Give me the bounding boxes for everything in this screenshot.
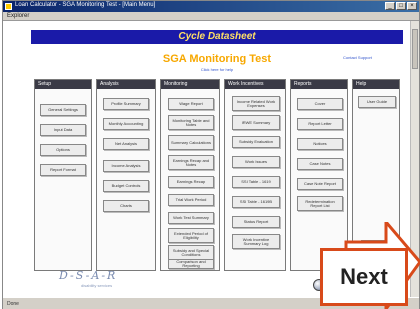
column-heading: Work Incentives <box>225 80 285 89</box>
menu-button[interactable]: Charts <box>103 200 149 212</box>
maximize-icon[interactable]: □ <box>396 2 406 10</box>
menu-button[interactable]: Status Report <box>232 216 280 228</box>
menu-button[interactable]: Earnings Recap <box>168 176 214 188</box>
column-setup: Setup General Settings Input Data Option… <box>34 79 92 271</box>
window-controls: _ □ × <box>385 2 417 10</box>
menu-button[interactable]: Subsidy and Special Conditions <box>168 245 214 260</box>
menu-bar: Explorer <box>3 12 419 21</box>
column-heading: Reports <box>291 80 347 89</box>
column-monitoring: Monitoring Wage Report Monitoring Table … <box>160 79 220 271</box>
column-heading: Help <box>353 80 399 89</box>
menu-button[interactable]: Trial Work Period <box>168 194 214 206</box>
org-logo: D-S-A-R <box>59 269 118 282</box>
close-icon[interactable]: × <box>407 2 417 10</box>
menu-button[interactable]: General Settings <box>40 104 86 116</box>
menu-explorer[interactable]: Explorer <box>7 13 29 19</box>
support-link[interactable]: Contact Support <box>343 55 372 60</box>
menu-button[interactable]: Report Format <box>40 164 86 176</box>
next-callout[interactable]: Next <box>316 222 420 309</box>
help-link[interactable]: Click here for help <box>31 67 403 72</box>
menu-button[interactable]: Monitoring Table and Notes <box>168 115 214 130</box>
menu-button[interactable]: Case Notes <box>297 158 343 170</box>
menu-button[interactable]: Wage Report <box>168 98 214 110</box>
column-analysis: Analysis Profile Summary Monthly Account… <box>96 79 156 271</box>
menu-button[interactable]: Monthly Accounting <box>103 118 149 130</box>
page-header: Cycle Datasheet <box>31 30 403 44</box>
menu-button[interactable]: Profile Summary <box>103 98 149 110</box>
menu-button[interactable]: User Guide <box>358 96 396 108</box>
menu-button[interactable]: Redetermination Report List <box>297 196 343 211</box>
column-heading: Setup <box>35 80 91 89</box>
menu-button[interactable]: Budget Controls <box>103 180 149 192</box>
menu-button[interactable]: Income Related Work Expenses <box>232 96 280 111</box>
window-title: Loan Calculator - SGA Monitoring Test - … <box>15 2 156 8</box>
menu-button[interactable]: SSI Table - 1619B <box>232 196 280 208</box>
menu-button[interactable]: Earnings Recap and Notes <box>168 155 214 170</box>
menu-button[interactable]: Notices <box>297 138 343 150</box>
menu-button[interactable]: SSI Table - 1619 <box>232 176 280 188</box>
menu-button[interactable]: Net Analysis <box>103 138 149 150</box>
menu-button[interactable]: Work Test Summary <box>168 212 214 224</box>
menu-button[interactable]: Extended Period of Eligibility <box>168 228 214 243</box>
menu-button[interactable]: Case Note Report <box>297 178 343 190</box>
menu-button[interactable]: IRWE Summary <box>232 115 280 130</box>
menu-button[interactable]: Work Incentive Summary Log <box>232 234 280 249</box>
menu-button[interactable]: Options <box>40 144 86 156</box>
next-button[interactable]: Next <box>320 248 408 306</box>
menu-button[interactable]: Report Letter <box>297 118 343 130</box>
title-bar[interactable]: Loan Calculator - SGA Monitoring Test - … <box>3 1 419 12</box>
menu-button[interactable]: Subsidy Evaluation <box>232 136 280 148</box>
column-work-incentives: Work Incentives Income Related Work Expe… <box>224 79 286 271</box>
column-heading: Monitoring <box>161 80 219 89</box>
menu-button[interactable]: Work Issues <box>232 156 280 168</box>
menu-button[interactable]: Income Analysis <box>103 160 149 172</box>
menu-button[interactable]: Comparison and Reporting <box>168 259 214 269</box>
scroll-thumb[interactable] <box>412 29 418 69</box>
org-logo-subtitle: disability services <box>81 283 113 288</box>
app-icon <box>5 3 12 10</box>
minimize-icon[interactable]: _ <box>385 2 395 10</box>
column-heading: Analysis <box>97 80 155 89</box>
status-text: Done <box>7 301 19 307</box>
menu-button[interactable]: Input Data <box>40 124 86 136</box>
menu-button[interactable]: Cover <box>297 98 343 110</box>
menu-button[interactable]: Summary Calculations <box>168 135 214 150</box>
